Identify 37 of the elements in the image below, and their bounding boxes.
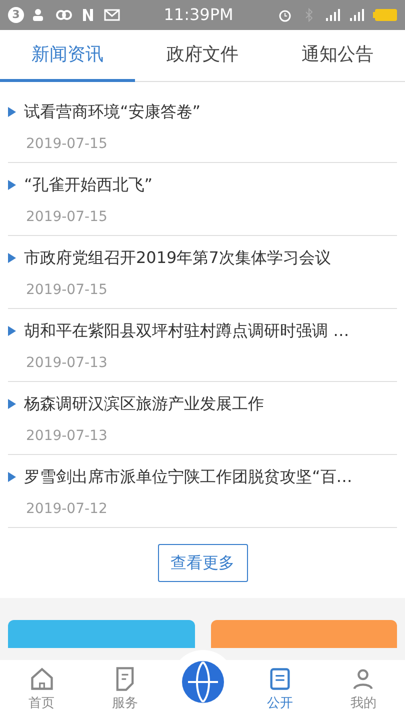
- news-title[interactable]: 胡和平在紫阳县双坪村驻村蹲点调研时强调 …: [24, 319, 350, 343]
- news-title[interactable]: 试看营商环境“安康答卷”: [24, 100, 201, 124]
- news-title[interactable]: 罗雪剑出席市派单位宁陕工作团脱贫攻坚“百…: [24, 465, 352, 489]
- news-date: 2019-07-12: [25, 500, 108, 519]
- tab[interactable]: 新闻资讯: [0, 30, 135, 82]
- signal-icon: [325, 8, 341, 22]
- home-icon: [28, 666, 55, 692]
- nav-tab[interactable]: 我的: [322, 660, 405, 720]
- tab[interactable]: 政府文件: [135, 30, 270, 82]
- alarm-icon: [277, 8, 293, 22]
- news-title[interactable]: 杨森调研汉滨区旅游产业发展工作: [24, 392, 264, 416]
- more-button[interactable]: 查看更多: [158, 544, 248, 582]
- news-title[interactable]: 市政府党组召开2019年第7次集体学习会议: [24, 246, 331, 270]
- bullet-icon: [8, 326, 16, 336]
- mail-icon: [104, 8, 120, 22]
- signal-icon: [349, 8, 365, 22]
- news-date: 2019-07-15: [25, 208, 108, 227]
- news-date: 2019-07-15: [25, 281, 108, 300]
- status-time: 11:39PM: [164, 4, 234, 26]
- nav-tab[interactable]: 首页: [0, 660, 84, 720]
- news-date: 2019-07-13: [25, 427, 108, 446]
- news-title[interactable]: “孔雀开始西北飞”: [24, 173, 153, 197]
- news-date: 2019-07-13: [25, 354, 108, 373]
- news-date: 2019-07-15: [25, 135, 108, 154]
- bullet-icon: [8, 472, 16, 482]
- rings-icon: [56, 8, 72, 22]
- bullet-icon: [8, 253, 16, 263]
- globe-icon: [180, 659, 226, 705]
- nfc-icon: [80, 8, 96, 22]
- tab[interactable]: 通知公告: [270, 30, 405, 82]
- bullet-icon: [8, 180, 16, 190]
- nav-tab[interactable]: 服务: [83, 660, 167, 720]
- notification-count: 3: [8, 7, 24, 23]
- bullet-icon: [8, 107, 16, 117]
- bullet-icon: [8, 399, 16, 409]
- nav-tab[interactable]: 公开: [238, 660, 322, 720]
- battery-icon: [373, 9, 397, 21]
